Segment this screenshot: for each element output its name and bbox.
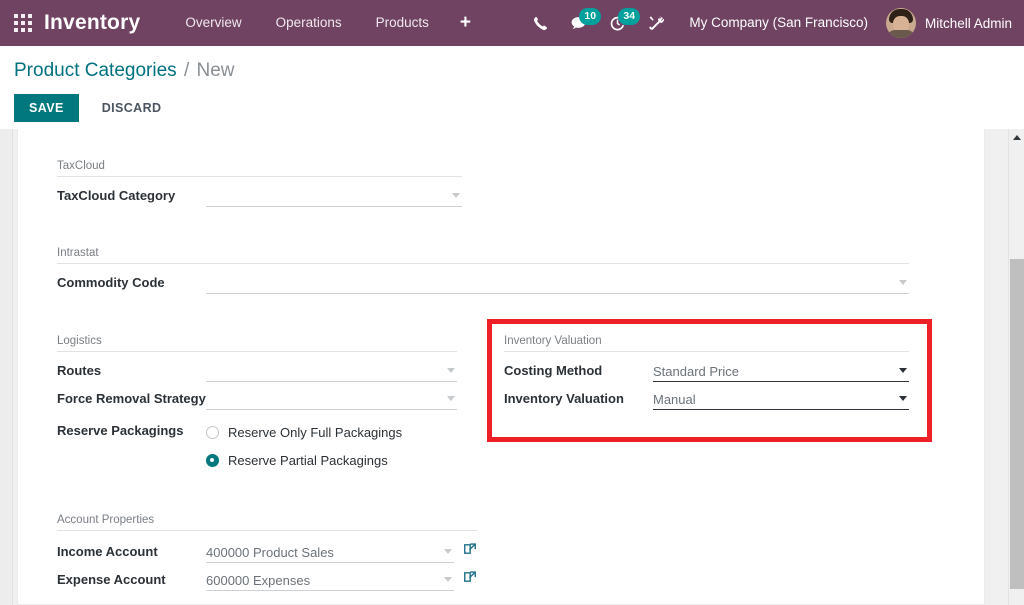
form-sheet: TaxCloud TaxCloud Category Intrastat Com… xyxy=(17,129,985,605)
user-menu[interactable]: Mitchell Admin xyxy=(882,8,1012,38)
breadcrumb: Product Categories / New xyxy=(0,46,1024,83)
discard-button[interactable]: DISCARD xyxy=(89,94,175,123)
chevron-down-icon[interactable] xyxy=(899,368,907,373)
chevron-down-icon[interactable] xyxy=(447,368,455,373)
field-row-commodity-code: Commodity Code xyxy=(57,273,909,294)
label-inventory-valuation: Inventory Valuation xyxy=(504,389,653,406)
field-row-expense-account: Expense Account 600000 Expenses xyxy=(57,570,477,591)
group-title-taxcloud: TaxCloud xyxy=(57,160,462,177)
vertical-scrollbar[interactable] xyxy=(1008,129,1024,605)
scroll-up-arrow-icon[interactable] xyxy=(1009,129,1024,146)
top-navbar: Inventory Overview Operations Products +… xyxy=(0,0,1024,46)
chevron-down-icon[interactable] xyxy=(452,193,460,198)
group-intrastat: Intrastat Commodity Code xyxy=(57,247,909,294)
field-row-inventory-valuation: Inventory Valuation Manual xyxy=(504,389,909,410)
select-inventory-valuation[interactable]: Manual xyxy=(653,389,909,410)
input-commodity-code[interactable] xyxy=(206,273,909,294)
menu-products[interactable]: Products xyxy=(359,0,446,46)
group-logistics: Logistics Routes Force Removal Strategy xyxy=(57,335,457,471)
radio-option-reserve-only-full[interactable]: Reserve Only Full Packagings xyxy=(206,421,457,443)
sheet-left-gutter xyxy=(0,129,13,605)
chevron-down-icon[interactable] xyxy=(444,577,452,582)
label-routes: Routes xyxy=(57,361,206,378)
add-menu-button[interactable]: + xyxy=(446,0,485,46)
group-account-properties: Account Properties Income Account 400000… xyxy=(57,514,477,591)
form-sheet-area: TaxCloud TaxCloud Category Intrastat Com… xyxy=(0,129,1024,605)
field-row-costing-method: Costing Method Standard Price xyxy=(504,361,909,382)
chevron-down-icon[interactable] xyxy=(444,549,452,554)
apps-grid-icon[interactable] xyxy=(14,14,32,32)
record-action-buttons: SAVE DISCARD xyxy=(0,83,1024,123)
group-inventory-valuation: Inventory Valuation Costing Method Stand… xyxy=(504,335,909,410)
input-income-account[interactable]: 400000 Product Sales xyxy=(206,542,454,563)
label-expense-account: Expense Account xyxy=(57,570,206,587)
group-title-account-properties: Account Properties xyxy=(57,514,477,531)
tools-icon[interactable] xyxy=(637,0,675,46)
user-name-label: Mitchell Admin xyxy=(925,16,1012,31)
value-inventory-valuation: Manual xyxy=(653,393,696,406)
menu-overview[interactable]: Overview xyxy=(168,0,258,46)
value-expense-account: 600000 Expenses xyxy=(206,574,310,587)
save-button[interactable]: SAVE xyxy=(14,94,79,123)
external-link-icon[interactable] xyxy=(463,570,477,584)
chevron-down-icon[interactable] xyxy=(899,396,907,401)
value-income-account: 400000 Product Sales xyxy=(206,546,334,559)
group-title-inventory-valuation: Inventory Valuation xyxy=(504,335,909,352)
chevron-down-icon[interactable] xyxy=(447,396,455,401)
chevron-down-icon[interactable] xyxy=(899,280,907,285)
external-link-icon[interactable] xyxy=(463,542,477,556)
activities-icon[interactable]: 34 xyxy=(598,0,637,46)
field-row-reserve-packagings: Reserve Packagings Reserve Only Full Pac… xyxy=(57,421,457,471)
navbar-right-group: 10 34 My Company (San Francisco) Mitchel… xyxy=(522,0,1024,46)
group-taxcloud: TaxCloud TaxCloud Category xyxy=(57,160,462,207)
radio-group-reserve-packagings: Reserve Only Full Packagings Reserve Par… xyxy=(206,421,457,471)
input-expense-account[interactable]: 600000 Expenses xyxy=(206,570,454,591)
group-title-intrastat: Intrastat xyxy=(57,247,909,264)
company-selector[interactable]: My Company (San Francisco) xyxy=(675,0,882,46)
label-commodity-code: Commodity Code xyxy=(57,273,206,290)
radio-label-reserve-partial: Reserve Partial Packagings xyxy=(228,453,388,468)
avatar xyxy=(886,8,916,38)
input-routes[interactable] xyxy=(206,361,457,382)
field-row-force-removal-strategy: Force Removal Strategy xyxy=(57,389,457,410)
phone-icon[interactable] xyxy=(522,0,559,46)
radio-label-reserve-only-full: Reserve Only Full Packagings xyxy=(228,425,402,440)
label-costing-method: Costing Method xyxy=(504,361,653,378)
value-costing-method: Standard Price xyxy=(653,365,739,378)
input-force-removal-strategy[interactable] xyxy=(206,389,457,410)
menu-operations[interactable]: Operations xyxy=(259,0,359,46)
label-income-account: Income Account xyxy=(57,542,206,559)
label-reserve-packagings: Reserve Packagings xyxy=(57,421,206,438)
select-costing-method[interactable]: Standard Price xyxy=(653,361,909,382)
scrollbar-thumb[interactable] xyxy=(1010,259,1024,589)
breadcrumb-separator: / xyxy=(182,60,191,81)
field-row-routes: Routes xyxy=(57,361,457,382)
messages-icon[interactable]: 10 xyxy=(559,0,598,46)
label-taxcloud-category: TaxCloud Category xyxy=(57,186,206,203)
radio-circle-icon[interactable] xyxy=(206,426,219,439)
app-brand-inventory[interactable]: Inventory xyxy=(44,11,140,35)
field-row-income-account: Income Account 400000 Product Sales xyxy=(57,542,477,563)
breadcrumb-product-categories[interactable]: Product Categories xyxy=(14,60,177,81)
radio-circle-selected-icon[interactable] xyxy=(206,454,219,467)
input-taxcloud-category[interactable] xyxy=(206,186,462,207)
group-title-logistics: Logistics xyxy=(57,335,457,352)
breadcrumb-current: New xyxy=(197,60,235,81)
control-panel: Product Categories / New SAVE DISCARD xyxy=(0,46,1024,129)
radio-option-reserve-partial[interactable]: Reserve Partial Packagings xyxy=(206,449,457,471)
field-row-taxcloud-category: TaxCloud Category xyxy=(57,186,462,207)
label-force-removal-strategy: Force Removal Strategy xyxy=(57,389,206,406)
